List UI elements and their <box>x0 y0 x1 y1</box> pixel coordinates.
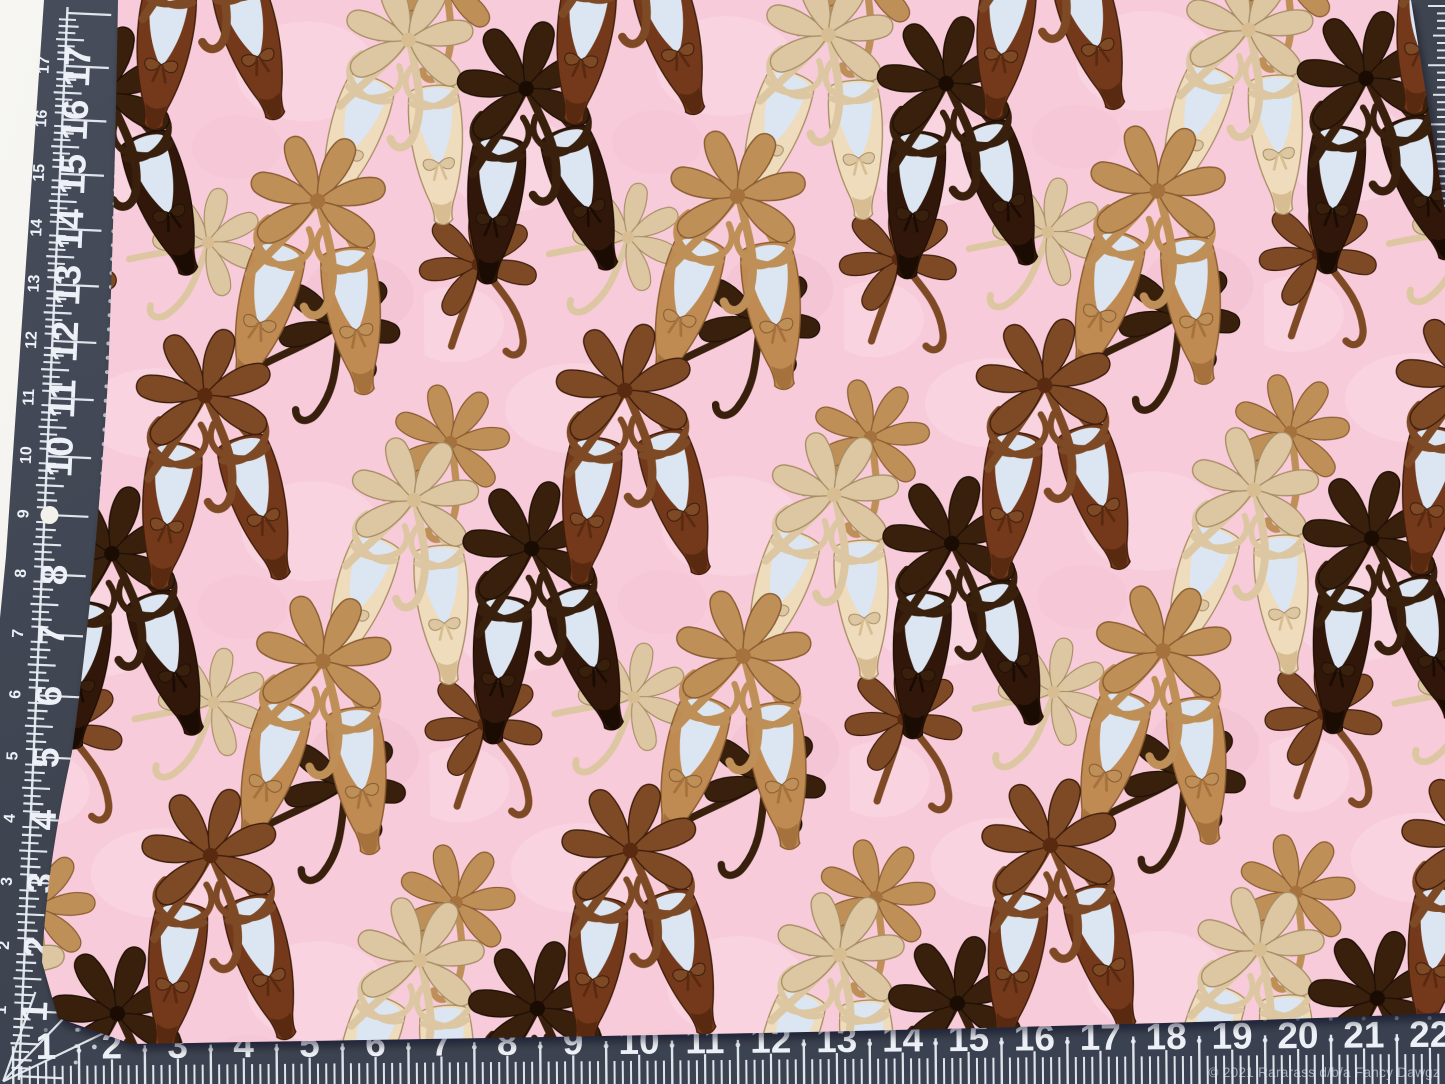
fabric-piece <box>42 0 1445 1044</box>
copyright-watermark: © 2021 Rararass d/b/a Fancy Dawgz <box>1208 1065 1440 1080</box>
fabric-on-cutting-mat-photo: 17 17 16 16 15 15 14 14 13 13 12 12 11 11 10 10 9 8 8 7 7 6 6 5… <box>0 0 1445 1084</box>
ballet-shoe-fabric <box>42 0 1445 1050</box>
